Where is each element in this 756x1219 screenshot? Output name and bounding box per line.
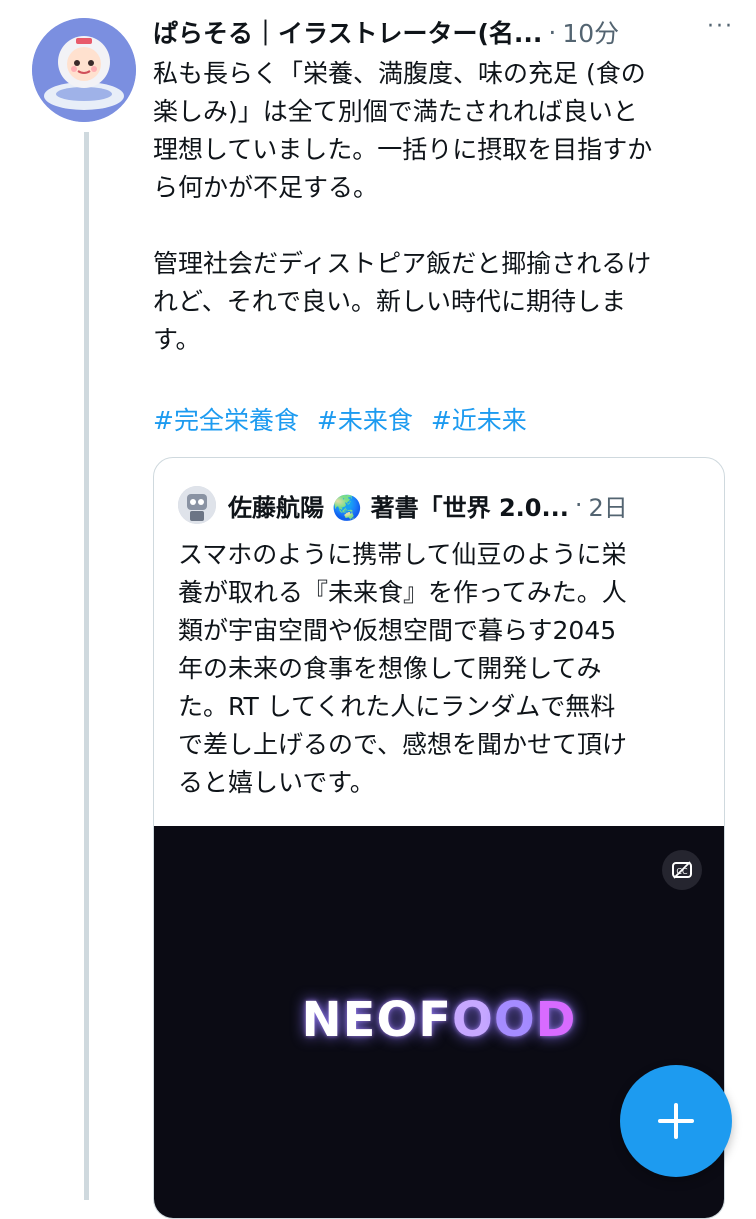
compose-button[interactable]: [620, 1065, 732, 1177]
quoted-tweet-header: 佐藤航陽 🌏 著書「世界 2.0... · 2日: [178, 486, 712, 524]
quoted-avatar[interactable]: [178, 486, 216, 524]
timestamp[interactable]: 10分: [562, 14, 619, 50]
thread-line: [84, 132, 89, 1200]
hashtags: #完全栄養食 #未来食 #近未来: [153, 402, 537, 440]
hashtag-link[interactable]: #近未来: [431, 406, 527, 435]
author-name[interactable]: ぱらそる｜イラストレーター(名...: [153, 14, 542, 50]
robot-avatar-icon: [178, 486, 216, 524]
captions-icon[interactable]: CC: [662, 850, 702, 890]
neofood-part: F: [418, 992, 453, 1048]
quoted-author-name[interactable]: 佐藤航陽 🌏 著書「世界 2.0...: [228, 488, 569, 523]
tweet-text: 私も長らく「栄養、満腹度、味の充足 (食の 楽しみ)」は全て別個で満たされれば良…: [153, 59, 653, 354]
astronaut-avatar-icon: [32, 18, 136, 122]
neofood-part: D: [535, 992, 577, 1048]
quoted-tweet-text: スマホのように携帯して仙豆のように栄 養が取れる『未来食』を作ってみた。人 類が…: [178, 540, 628, 797]
neofood-part: NEO: [301, 992, 419, 1048]
hashtag-link[interactable]: #未来食: [317, 406, 413, 435]
neofood-title: NEOFOOD: [154, 992, 724, 1048]
quoted-timestamp[interactable]: 2日: [588, 488, 627, 523]
tweet-header: ぱらそる｜イラストレーター(名... · 10分: [153, 14, 746, 50]
plus-icon: [658, 1103, 694, 1139]
separator-dot: ·: [548, 17, 557, 47]
avatar[interactable]: [32, 18, 136, 122]
neofood-part: O: [493, 992, 536, 1048]
hashtag-link[interactable]: #完全栄養食: [153, 406, 299, 435]
more-options-button[interactable]: ···: [707, 14, 734, 39]
neofood-part: O: [452, 992, 494, 1048]
separator-dot: ·: [574, 491, 583, 519]
